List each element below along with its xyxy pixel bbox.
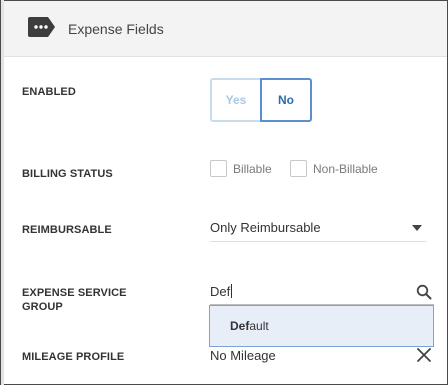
billing-status-label: BILLING STATUS [22,168,113,180]
enabled-yes-button[interactable]: Yes [212,80,260,120]
expense-service-group-input-text: Def [210,284,231,299]
suggestion-item-default[interactable]: Default [230,319,269,333]
caret-down-icon [412,225,422,231]
non-billable-checkbox[interactable] [290,160,307,177]
reimbursable-select-value: Only Reimbursable [210,220,321,235]
mileage-profile-value: No Mileage [210,348,276,363]
panel-title: Expense Fields [68,21,164,37]
text-cursor [231,284,233,298]
expense-service-group-input[interactable]: Def [210,281,434,305]
mileage-profile-label: MILEAGE PROFILE [22,351,125,363]
enabled-label: ENABLED [22,86,76,98]
enabled-toggle: Yes No [210,78,312,122]
close-icon[interactable] [416,347,432,363]
billable-checkbox-label: Billable [233,162,272,176]
left-edge-strip [1,0,4,385]
tag-icon [28,17,55,37]
reimbursable-select[interactable]: Only Reimbursable [210,214,426,242]
expense-service-group-label-line2: GROUP [22,301,63,313]
enabled-no-button[interactable]: No [260,78,312,122]
billable-checkbox[interactable] [210,160,227,177]
reimbursable-label: REIMBURSABLE [22,224,112,236]
non-billable-checkbox-label: Non-Billable [313,162,378,176]
expense-service-group-label-line1: EXPENSE SERVICE [22,287,127,299]
suggestion-dropdown: Default [209,305,434,347]
panel-header: Expense Fields [4,1,447,57]
search-icon[interactable] [416,284,432,300]
mileage-profile-field[interactable]: No Mileage [210,345,434,367]
